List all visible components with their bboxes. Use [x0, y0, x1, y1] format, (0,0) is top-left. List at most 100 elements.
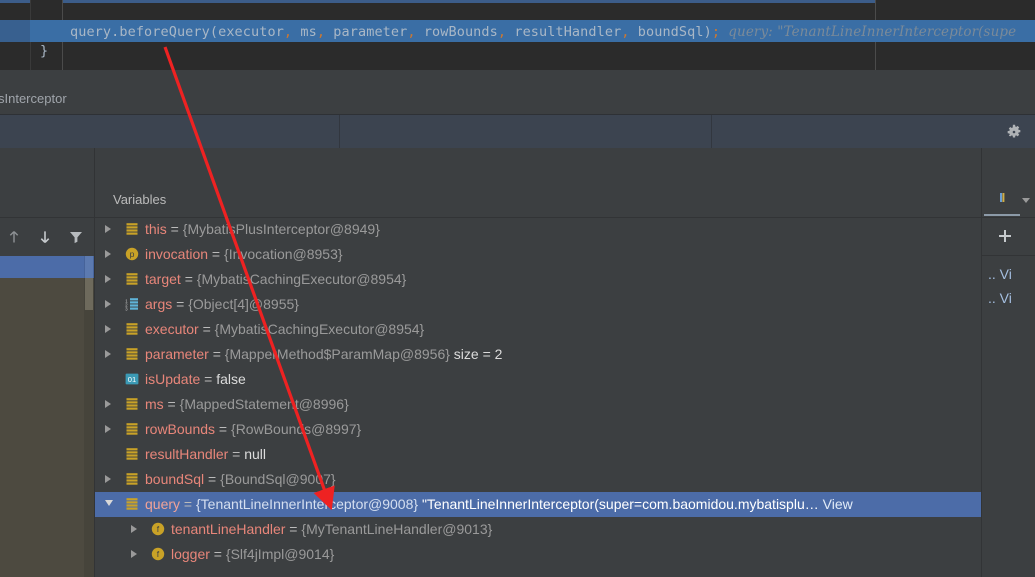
field-icon — [126, 398, 138, 410]
watches-icon[interactable] — [999, 192, 1007, 206]
variables-header: Variables — [95, 183, 982, 218]
variable-row[interactable]: 01 isUpdate = false — [95, 367, 982, 392]
variable-name: resultHandler — [145, 446, 229, 462]
code-token: , — [621, 24, 630, 40]
variable-value: {MapperMethod$ParamMap@8956} — [224, 346, 450, 362]
variable-name: boundSql — [145, 471, 205, 487]
svg-text:3: 3 — [125, 307, 128, 311]
variable-value: null — [244, 446, 267, 462]
function-icon: f — [151, 547, 165, 561]
variable-equals: = — [166, 221, 183, 237]
expand-arrow-icon[interactable] — [105, 275, 111, 283]
svg-text:p: p — [130, 249, 135, 259]
code-token: rowBounds — [415, 24, 498, 40]
variable-value: {Object[4]@8955} — [188, 296, 299, 312]
variable-row[interactable]: boundSql = {BoundSql@9007} — [95, 467, 982, 492]
watches-toolbar[interactable] — [982, 217, 1035, 256]
variable-value: {MybatisCachingExecutor@8954} — [214, 321, 425, 337]
chevron-down-icon[interactable] — [1022, 198, 1030, 203]
variable-row[interactable]: p invocation = {Invocation@8953} — [95, 242, 982, 267]
editor-top-selection-strip — [0, 0, 1035, 3]
variable-row[interactable]: target = {MybatisCachingExecutor@8954} — [95, 267, 982, 292]
expand-arrow-icon[interactable] — [131, 525, 137, 533]
debug-tabs-bar[interactable] — [0, 114, 1035, 149]
code-editor[interactable]: query.beforeQuery(executor, ms, paramete… — [0, 0, 1035, 70]
field-icon — [126, 423, 138, 435]
variable-text: parameter = {MapperMethod$ParamMap@8956}… — [145, 342, 502, 367]
ide-debugger-screenshot: query.beforeQuery(executor, ms, paramete… — [0, 0, 1035, 577]
code-token: resultHandler — [506, 24, 622, 40]
expand-arrow-icon[interactable] — [105, 300, 111, 308]
variable-equals: = — [172, 296, 189, 312]
variable-row[interactable]: this = {MybatisPlusInterceptor@8949} — [95, 217, 982, 242]
expand-arrow-icon[interactable] — [105, 475, 111, 483]
variable-equals: = — [228, 446, 245, 462]
variable-value: {MyTenantLineHandler@9013} — [301, 521, 493, 537]
variable-text: resultHandler = null — [145, 442, 266, 467]
frames-panel[interactable] — [0, 183, 94, 577]
variable-value: false — [216, 371, 246, 387]
variable-row[interactable]: f logger = {Slf4jImpl@9014} — [95, 542, 982, 567]
watches-list[interactable]: .. Vi .. Vi — [982, 256, 1035, 577]
variable-equals: = — [163, 396, 180, 412]
collapse-arrow-icon[interactable] — [105, 500, 113, 506]
watches-tab-header[interactable] — [982, 183, 1035, 218]
add-watch-button[interactable] — [996, 227, 1014, 245]
variable-name: executor — [145, 321, 199, 337]
variable-row[interactable]: resultHandler = null — [95, 442, 982, 467]
watch-item[interactable]: .. Vi — [988, 290, 1012, 306]
variable-row[interactable]: rowBounds = {RowBounds@8997} — [95, 417, 982, 442]
variable-row[interactable]: executor = {MybatisCachingExecutor@8954} — [95, 317, 982, 342]
variable-name: ms — [145, 396, 164, 412]
variable-name: this — [145, 221, 167, 237]
variable-row[interactable]: parameter = {MapperMethod$ParamMap@8956}… — [95, 342, 982, 367]
filter-icon[interactable] — [67, 228, 85, 246]
code-line-text[interactable]: query.beforeQuery(executor, ms, paramete… — [70, 24, 1016, 40]
code-token: boundSql) — [629, 24, 712, 40]
parameter-icon: p — [125, 247, 139, 261]
variables-tree[interactable]: this = {MybatisPlusInterceptor@8949} p inv… — [95, 217, 982, 577]
variable-row-selected[interactable]: query = {TenantLineInnerInterceptor@9008… — [95, 492, 982, 517]
variable-row[interactable]: f tenantLineHandler = {MyTenantLineHandle… — [95, 517, 982, 542]
debug-subtoolbar-band — [0, 148, 1035, 183]
frames-list-item-selected[interactable] — [0, 256, 94, 278]
expand-arrow-icon[interactable] — [105, 400, 111, 408]
frames-scrollbar-thumb-top[interactable] — [85, 256, 93, 278]
expand-arrow-icon[interactable] — [105, 250, 111, 258]
expand-arrow-icon[interactable] — [105, 225, 111, 233]
variable-equals: = — [200, 371, 217, 387]
view-link[interactable]: View — [819, 496, 853, 512]
variable-text: target = {MybatisCachingExecutor@8954} — [145, 267, 406, 292]
variable-text: isUpdate = false — [145, 367, 246, 392]
frames-scrollbar-thumb[interactable] — [85, 278, 93, 310]
variable-text: invocation = {Invocation@8953} — [145, 242, 343, 267]
breadcrumb[interactable]: sInterceptor — [0, 85, 1035, 114]
expand-arrow-icon[interactable] — [105, 325, 111, 333]
code-closing-brace: } — [40, 43, 49, 59]
variable-row[interactable]: 1 2 3 args = {Object[4]@8955} — [95, 292, 982, 317]
breadcrumb-label[interactable]: sInterceptor — [0, 91, 67, 106]
watch-item[interactable]: .. Vi — [988, 266, 1012, 282]
variable-equals: = — [204, 471, 221, 487]
field-icon — [126, 498, 138, 510]
code-token: , — [407, 24, 416, 40]
boolean-icon: 01 — [125, 373, 139, 385]
expand-arrow-icon[interactable] — [105, 350, 111, 358]
code-token: query.beforeQuery(executor — [70, 24, 284, 40]
arrow-down-icon[interactable] — [36, 228, 54, 246]
svg-text:01: 01 — [128, 375, 136, 384]
watches-panel[interactable]: .. Vi .. Vi — [981, 183, 1035, 577]
frames-toolbar[interactable] — [0, 217, 94, 257]
frames-list[interactable] — [0, 256, 94, 577]
inline-value-hint: query: "TenantLineInnerInterceptor(supe — [728, 24, 1017, 40]
expand-arrow-icon[interactable] — [131, 550, 137, 558]
code-token: ms — [292, 24, 317, 40]
variable-row[interactable]: ms = {MappedStatement@8996} — [95, 392, 982, 417]
variable-value: {Slf4jImpl@9014} — [225, 546, 335, 562]
gear-icon[interactable] — [1006, 124, 1022, 140]
variable-equals: = — [198, 321, 215, 337]
variable-text: executor = {MybatisCachingExecutor@8954} — [145, 317, 424, 342]
expand-arrow-icon[interactable] — [105, 425, 111, 433]
variable-text: this = {MybatisPlusInterceptor@8949} — [145, 217, 380, 242]
arrow-up-icon[interactable] — [5, 228, 23, 246]
